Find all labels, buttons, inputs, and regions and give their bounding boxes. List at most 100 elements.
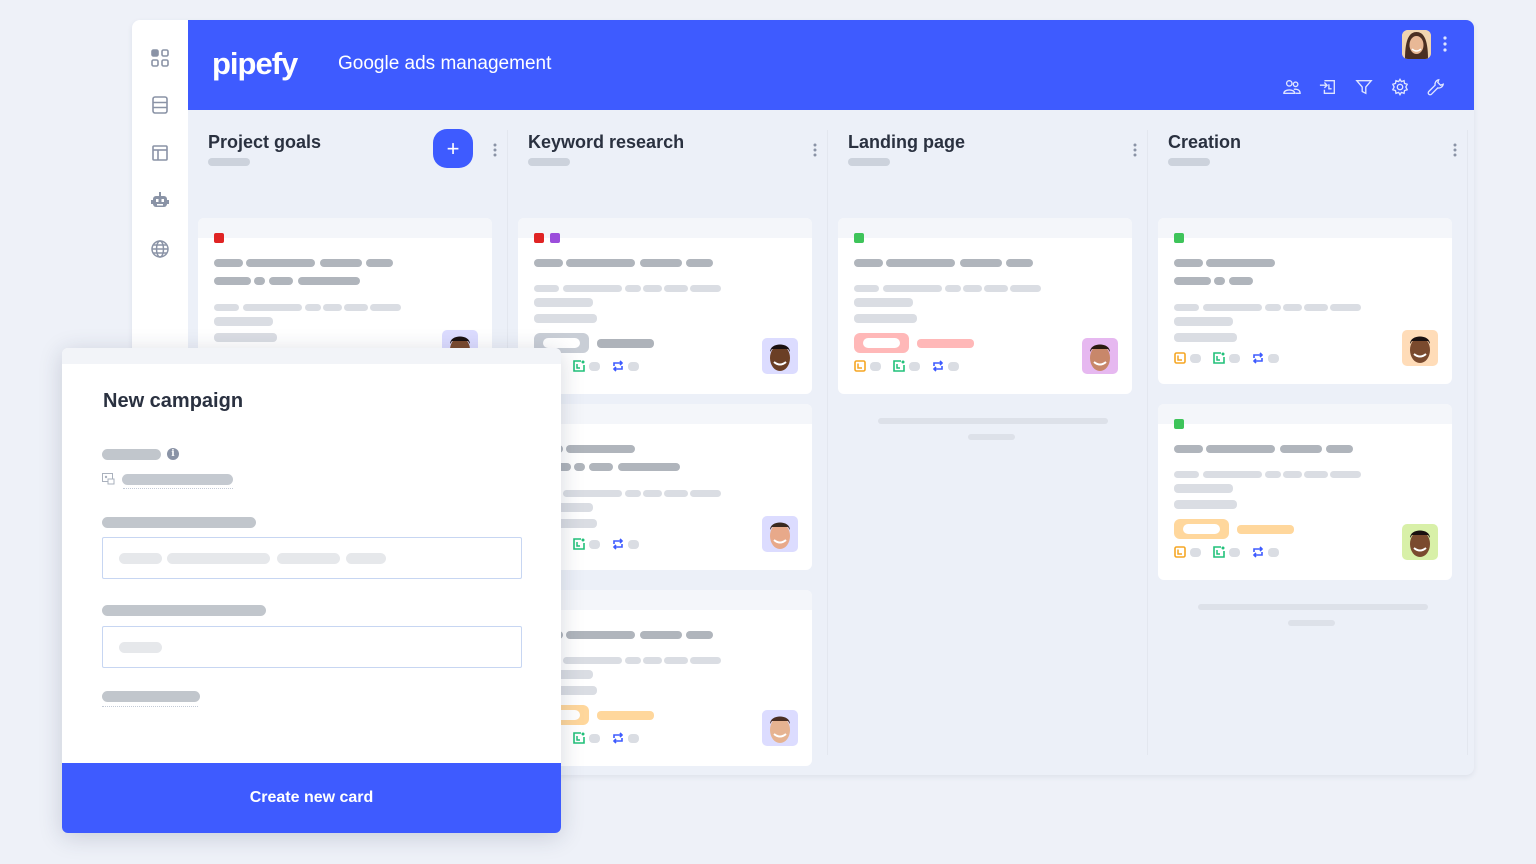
phase-options-icon[interactable]: [812, 142, 818, 158]
bot-icon[interactable]: [149, 190, 171, 212]
card-field-placeholder: [643, 657, 662, 664]
short-input-field[interactable]: [102, 626, 522, 668]
label-tag: [534, 233, 544, 243]
wrench-icon[interactable]: [1426, 77, 1446, 97]
recurring-icon: [612, 732, 624, 744]
text-input-field[interactable]: [102, 537, 522, 579]
info-icon[interactable]: i: [167, 448, 179, 460]
field-label-placeholder: [102, 691, 200, 702]
pipe-card[interactable]: [1158, 218, 1452, 384]
status-tag: [1174, 519, 1229, 539]
card-header-strip: [518, 404, 812, 424]
attachment-link-placeholder[interactable]: [122, 474, 233, 485]
phase-count-placeholder: [848, 158, 890, 166]
field-label-placeholder: [102, 517, 256, 528]
pipe-title: Google ads management: [338, 53, 552, 74]
assignee-avatar[interactable]: [762, 710, 798, 746]
card-field-placeholder: [1283, 304, 1302, 311]
phase-title: Creation: [1168, 132, 1242, 152]
card-title-placeholder: [254, 277, 265, 285]
recurring-icon: [612, 360, 624, 372]
pipe-card[interactable]: [518, 404, 812, 570]
card-title-placeholder: [366, 259, 393, 267]
pipe-header: pipefy Google ads management: [188, 20, 1474, 110]
card-field-placeholder: [625, 657, 641, 664]
card-title-placeholder: [269, 277, 293, 285]
card-title-placeholder: [618, 463, 680, 471]
card-title-placeholder: [214, 277, 251, 285]
label-tag: [214, 233, 224, 243]
modal-header-strip: [62, 348, 561, 364]
status-text-placeholder: [917, 339, 974, 348]
members-icon[interactable]: [1282, 77, 1302, 97]
status-text-placeholder: [1237, 525, 1294, 534]
card-header-strip: [518, 218, 812, 238]
modal-title: New campaign: [103, 390, 244, 412]
recurring-icon: [1252, 546, 1264, 558]
label-tag: [550, 233, 560, 243]
recurring-icon: [612, 538, 624, 550]
pipe-card[interactable]: [518, 218, 812, 394]
assignee-avatar[interactable]: [1082, 338, 1118, 374]
card-title-placeholder: [686, 259, 713, 267]
filter-icon[interactable]: [1354, 77, 1374, 97]
settings-gear-icon[interactable]: [1390, 77, 1410, 97]
add-card-button[interactable]: +: [433, 129, 473, 168]
card-title-placeholder: [534, 259, 563, 267]
card-title-placeholder: [1206, 445, 1275, 453]
phase-options-icon[interactable]: [1452, 142, 1458, 158]
phase-count-placeholder: [208, 158, 250, 166]
layout-icon[interactable]: [149, 142, 171, 164]
globe-icon[interactable]: [149, 238, 171, 260]
card-field-placeholder: [643, 285, 662, 292]
status-tag: [854, 333, 909, 353]
phase-column-landing-page: Landing page: [828, 110, 1148, 775]
card-field-placeholder: [854, 298, 913, 307]
apps-grid-icon[interactable]: [149, 47, 171, 69]
card-header-strip: [1158, 218, 1452, 238]
card-field-placeholder: [664, 490, 688, 497]
user-avatar[interactable]: [1402, 30, 1431, 59]
pipe-card[interactable]: [838, 218, 1132, 394]
due-date-icon: [1174, 352, 1186, 364]
assignee-avatar[interactable]: [762, 516, 798, 552]
phase-column-creation: Creation: [1148, 110, 1468, 775]
image-attachment-icon: [102, 473, 115, 485]
card-title-placeholder: [566, 445, 635, 453]
card-field-placeholder: [643, 490, 662, 497]
create-new-card-button[interactable]: Create new card: [62, 763, 561, 833]
phase-options-icon[interactable]: [492, 142, 498, 158]
card-title-placeholder: [1174, 259, 1203, 267]
card-field-placeholder: [534, 314, 597, 323]
more-options-icon[interactable]: [1442, 35, 1448, 53]
assignee-avatar[interactable]: [1402, 330, 1438, 366]
card-title-placeholder: [1326, 445, 1353, 453]
field-label-placeholder: [102, 449, 161, 460]
card-title-placeholder: [1214, 277, 1225, 285]
card-labels: [1174, 419, 1184, 429]
late-time-icon: [573, 538, 585, 550]
assignee-avatar[interactable]: [1402, 524, 1438, 560]
assignee-avatar[interactable]: [762, 338, 798, 374]
pipe-card[interactable]: [518, 590, 812, 766]
pipefy-logo[interactable]: pipefy: [212, 46, 298, 82]
field-underline: [102, 706, 198, 707]
card-title-placeholder: [960, 259, 1002, 267]
card-field-placeholder: [1265, 304, 1281, 311]
card-title-placeholder: [1006, 259, 1033, 267]
card-field-placeholder: [854, 314, 917, 323]
card-field-placeholder: [854, 285, 879, 292]
card-field-placeholder: [1174, 484, 1233, 493]
phase-options-icon[interactable]: [1132, 142, 1138, 158]
card-labels: [534, 233, 560, 243]
card-title-placeholder: [886, 259, 955, 267]
database-icon[interactable]: [149, 94, 171, 116]
import-icon[interactable]: [1318, 77, 1338, 97]
pipe-card[interactable]: [1158, 404, 1452, 580]
card-field-placeholder: [625, 285, 641, 292]
label-tag: [1174, 233, 1184, 243]
card-indicators: [854, 360, 971, 372]
recurring-icon: [1252, 352, 1264, 364]
card-field-placeholder: [534, 285, 559, 292]
header-actions: [1282, 77, 1446, 97]
